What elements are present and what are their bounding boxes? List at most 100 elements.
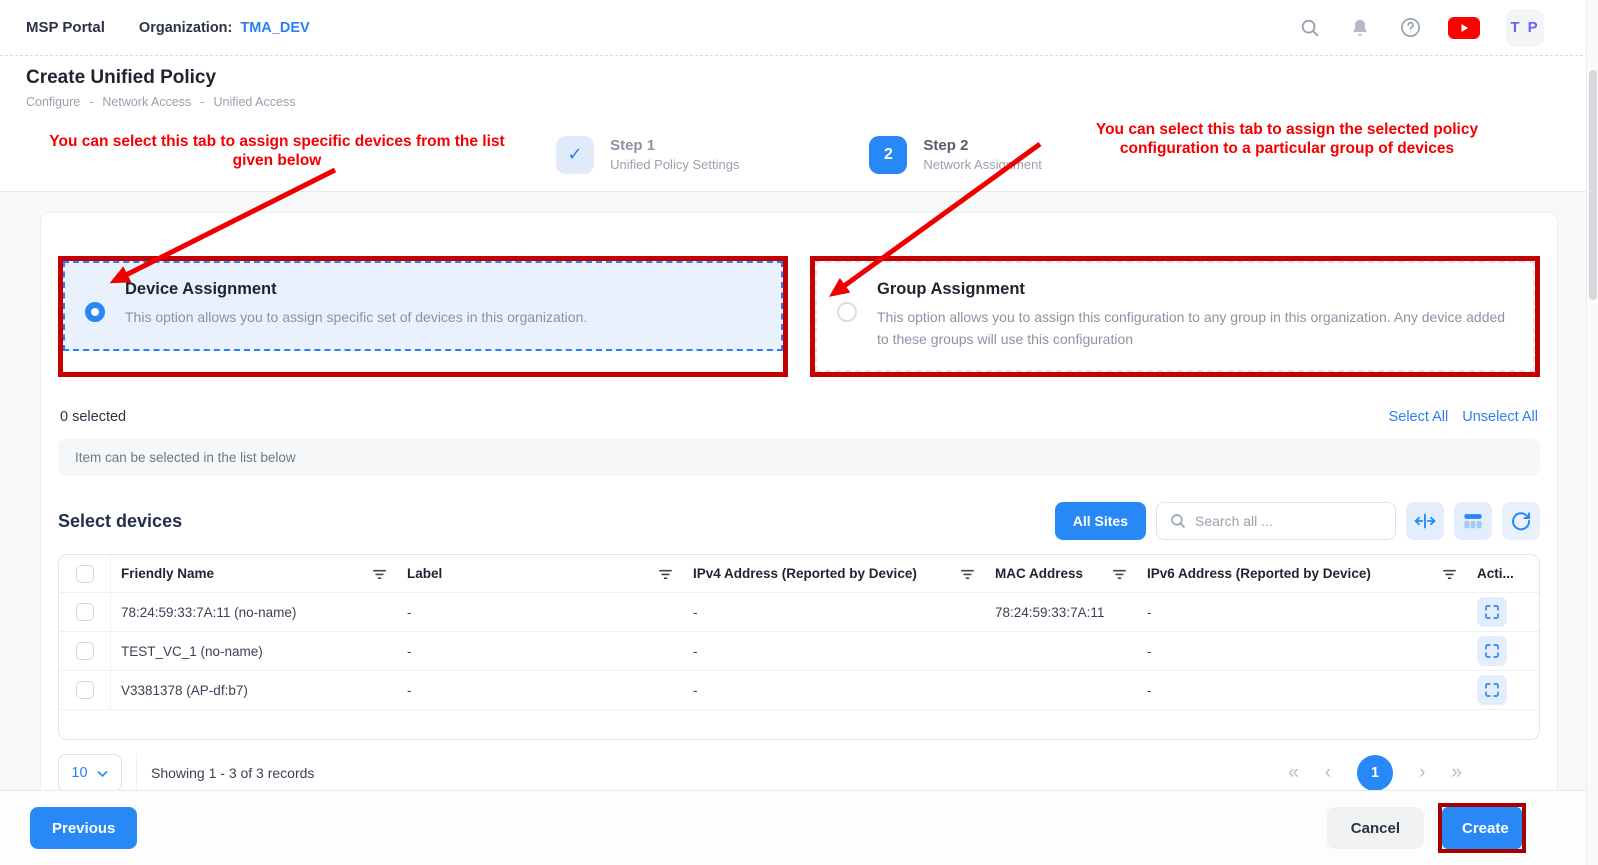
cell-ipv6: - <box>1137 683 1467 698</box>
device-assignment-option[interactable]: Device Assignment This option allows you… <box>63 261 783 351</box>
search-box[interactable] <box>1156 502 1396 540</box>
breadcrumb: Configure - Network Access - Unified Acc… <box>26 95 1572 109</box>
app-title: MSP Portal <box>26 19 105 36</box>
page-title: Create Unified Policy <box>26 67 1572 89</box>
cell-label: - <box>397 644 683 659</box>
select-all-link[interactable]: Select All <box>1389 409 1449 425</box>
filter-icon[interactable] <box>658 566 673 581</box>
organization-value[interactable]: TMA_DEV <box>240 20 309 36</box>
cell-ipv4: - <box>683 644 985 659</box>
help-icon[interactable] <box>1398 16 1422 40</box>
first-page-button[interactable]: « <box>1288 762 1299 784</box>
filter-icon[interactable] <box>960 566 975 581</box>
user-avatar[interactable]: T P <box>1506 9 1544 47</box>
select-devices-title: Select devices <box>58 511 182 532</box>
cell-label: - <box>397 683 683 698</box>
cell-friendly-name: V3381378 (AP-df:b7) <box>111 683 397 698</box>
columns-icon <box>1461 509 1485 533</box>
selection-bar: 0 selected Select All Unselect All <box>58 409 1540 425</box>
breadcrumb-item-unified-access[interactable]: Unified Access <box>213 95 295 109</box>
step-2-sublabel: Network Assignment <box>923 157 1042 172</box>
pager-controls: « ‹ 1 › » <box>1288 755 1462 791</box>
current-page-button[interactable]: 1 <box>1357 755 1393 791</box>
organization-label: Organization: <box>139 20 232 36</box>
search-icon <box>1169 512 1187 530</box>
step-1[interactable]: ✓ Step 1 Unified Policy Settings <box>556 136 739 174</box>
column-actions: Acti... <box>1477 566 1529 581</box>
expand-row-button[interactable] <box>1477 597 1507 627</box>
expand-row-button[interactable] <box>1477 675 1507 705</box>
cell-ipv6: - <box>1137 644 1467 659</box>
device-assignment-radio[interactable] <box>85 302 105 322</box>
row-checkbox[interactable] <box>76 603 94 621</box>
unselect-all-link[interactable]: Unselect All <box>1462 409 1538 425</box>
cell-friendly-name: TEST_VC_1 (no-name) <box>111 644 397 659</box>
page-scrollbar[interactable] <box>1586 0 1598 865</box>
cell-friendly-name: 78:24:59:33:7A:11 (no-name) <box>111 605 397 620</box>
fit-columns-icon <box>1412 508 1438 534</box>
search-input[interactable] <box>1195 513 1383 529</box>
row-checkbox[interactable] <box>76 681 94 699</box>
create-button[interactable]: Create <box>1442 807 1522 849</box>
page-size-select[interactable]: 10 <box>58 754 122 792</box>
breadcrumb-separator: - <box>89 95 93 109</box>
table-row[interactable]: TEST_VC_1 (no-name) - - - <box>59 631 1539 670</box>
filter-icon[interactable] <box>372 566 387 581</box>
annotation-box-create: Create <box>1438 803 1526 853</box>
wizard-footer: Previous Cancel Create <box>0 790 1586 865</box>
expand-row-button[interactable] <box>1477 636 1507 666</box>
device-assignment-title: Device Assignment <box>125 280 587 299</box>
create-unified-policy-page: MSP Portal Organization: TMA_DEV T P Cre… <box>0 0 1598 865</box>
notifications-bell-icon[interactable] <box>1348 16 1372 40</box>
selection-hint: Item can be selected in the list below <box>58 439 1540 476</box>
column-ipv6: IPv6 Address (Reported by Device) <box>1147 566 1436 581</box>
all-sites-button[interactable]: All Sites <box>1055 502 1146 540</box>
group-assignment-radio[interactable] <box>837 302 857 322</box>
column-mac-address: MAC Address <box>995 566 1106 581</box>
search-icon[interactable] <box>1298 16 1322 40</box>
previous-page-button[interactable]: ‹ <box>1325 762 1331 784</box>
row-checkbox[interactable] <box>76 642 94 660</box>
step-1-sublabel: Unified Policy Settings <box>610 157 739 172</box>
step-2[interactable]: 2 Step 2 Network Assignment <box>869 136 1042 174</box>
youtube-icon[interactable] <box>1448 17 1480 39</box>
network-assignment-card: Device Assignment This option allows you… <box>40 212 1558 813</box>
filter-icon[interactable] <box>1112 566 1127 581</box>
next-page-button[interactable]: › <box>1419 762 1425 784</box>
refresh-button[interactable] <box>1502 502 1540 540</box>
cell-ipv4: - <box>683 605 985 620</box>
step-1-label: Step 1 <box>610 137 739 154</box>
breadcrumb-item-configure[interactable]: Configure <box>26 95 80 109</box>
column-ipv4: IPv4 Address (Reported by Device) <box>693 566 954 581</box>
select-all-checkbox[interactable] <box>76 565 94 583</box>
scrollbar-thumb[interactable] <box>1589 70 1597 300</box>
group-assignment-description: This option allows you to assign this co… <box>877 307 1513 350</box>
cell-mac: 78:24:59:33:7A:11 <box>985 605 1137 620</box>
expand-icon <box>1483 642 1501 660</box>
table-empty-space <box>59 709 1539 739</box>
table-row[interactable]: V3381378 (AP-df:b7) - - - <box>59 670 1539 709</box>
refresh-icon <box>1509 509 1533 533</box>
previous-button[interactable]: Previous <box>30 807 137 849</box>
cell-ipv4: - <box>683 683 985 698</box>
fit-columns-button[interactable] <box>1406 502 1444 540</box>
last-page-button[interactable]: » <box>1451 762 1462 784</box>
organization-selector[interactable]: Organization: TMA_DEV <box>139 20 310 36</box>
cell-ipv6: - <box>1137 605 1467 620</box>
group-assignment-option[interactable]: Group Assignment This option allows you … <box>815 261 1535 372</box>
records-summary: Showing 1 - 3 of 3 records <box>136 754 314 792</box>
device-assignment-description: This option allows you to assign specifi… <box>125 307 587 329</box>
selected-count: 0 selected <box>60 409 126 425</box>
table-row[interactable]: 78:24:59:33:7A:11 (no-name) - - 78:24:59… <box>59 592 1539 631</box>
filter-icon[interactable] <box>1442 566 1457 581</box>
cancel-button[interactable]: Cancel <box>1327 807 1424 849</box>
top-bar: MSP Portal Organization: TMA_DEV T P <box>0 0 1598 56</box>
annotation-right-note: You can select this tab to assign the se… <box>1052 120 1522 159</box>
chevron-down-icon <box>96 767 109 780</box>
columns-button[interactable] <box>1454 502 1492 540</box>
column-label: Label <box>407 566 652 581</box>
page-size-value: 10 <box>71 765 87 781</box>
content-area: Device Assignment This option allows you… <box>0 192 1598 813</box>
step-2-label: Step 2 <box>923 137 1042 154</box>
breadcrumb-item-network-access[interactable]: Network Access <box>102 95 191 109</box>
